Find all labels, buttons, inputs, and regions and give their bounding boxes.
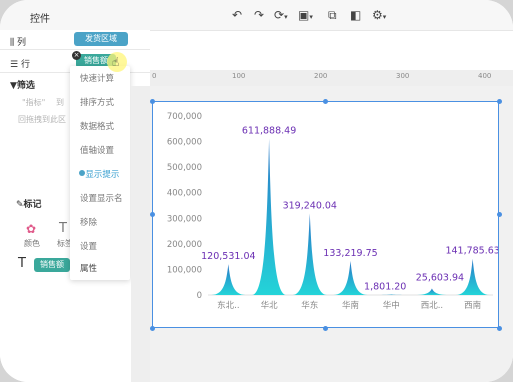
field-context-menu: 快速计算 排序方式 数据格式 值轴设置 显示提示 设置显示名 移除 设置 属性 — [70, 66, 130, 280]
resize-handle[interactable] — [150, 326, 155, 331]
data-label: 319,240.04 — [283, 200, 337, 211]
area-peak — [251, 138, 287, 295]
adjust-icon[interactable]: ◧ — [350, 8, 361, 22]
resize-handle[interactable] — [323, 99, 328, 104]
color-palette-icon[interactable]: ✿ — [26, 222, 36, 236]
area-peak — [414, 288, 450, 295]
y-tick-label: 0 — [197, 291, 202, 301]
x-tick-label: 华中 — [383, 300, 400, 311]
menu-item-quick-calc[interactable]: 快速计算 — [80, 72, 114, 84]
filter-hint-right: 到 — [56, 98, 64, 107]
area-peak — [292, 213, 327, 295]
menu-item-axis-settings[interactable]: 值轴设置 — [80, 144, 114, 156]
app-window: 控件 ↶ ↷ ⟳▾ ▣▾ ⧉ ◧ ⚙▾ ⫼ 列 发货区域 ☰ 行 销售额 × ▼… — [0, 0, 513, 382]
ruler-mark: 300 — [396, 72, 410, 80]
x-tick-label: 华南 — [342, 300, 359, 311]
menu-item-show-tooltip[interactable]: 显示提示 — [79, 168, 119, 180]
x-tick-label: 西北.. — [421, 301, 443, 311]
top-ruler: 0 100 200 300 400 — [150, 70, 513, 87]
column-shelf-label: ⫼ 列 — [10, 38, 27, 48]
column-field-pill[interactable]: 发货区域 — [74, 32, 128, 46]
column-label-text: 列 — [17, 38, 27, 48]
row-label-text: 行 — [20, 60, 30, 70]
undo-icon[interactable]: ↶ — [232, 8, 242, 22]
x-tick-label: 华东 — [301, 300, 318, 311]
x-tick-label: 东北.. — [217, 300, 239, 311]
menu-item-sort[interactable]: 排序方式 — [80, 96, 114, 108]
text-mark-icon: T — [18, 256, 26, 271]
area-peak — [211, 264, 246, 295]
ruler-mark: 100 — [232, 72, 246, 80]
ruler-mark: 400 — [478, 72, 492, 80]
close-icon[interactable]: × — [72, 51, 81, 60]
menu-item-data-format[interactable]: 数据格式 — [80, 120, 114, 132]
ruler-mark: 200 — [314, 72, 328, 80]
top-toolbar: 控件 ↶ ↷ ⟳▾ ▣▾ ⧉ ◧ ⚙▾ — [0, 0, 513, 31]
resize-handle[interactable] — [150, 212, 155, 217]
app-title: 控件 — [30, 14, 50, 25]
chart-container[interactable]: 0 100,000 200,000 300,000 400,000 500,000 600,… — [152, 101, 500, 328]
mark-field-pill[interactable]: 销售额 — [34, 258, 70, 272]
resize-handle[interactable] — [497, 99, 502, 104]
filter-drop-hint: 回拖拽到此区 — [18, 115, 66, 124]
left-ruler — [131, 86, 150, 382]
data-label: 1,801.20 — [364, 282, 406, 293]
filter-section-title: ▼筛选 — [10, 81, 35, 91]
text-icon[interactable]: T — [59, 221, 67, 236]
data-label: 141,785.63 — [445, 246, 498, 257]
row-shelf-label: ☰ 行 — [10, 60, 30, 70]
y-tick-label: 300,000 — [167, 214, 202, 224]
resize-handle[interactable] — [323, 326, 328, 331]
resize-handle[interactable] — [497, 212, 502, 217]
y-tick-label: 100,000 — [167, 265, 202, 275]
y-tick-label: 600,000 — [167, 138, 202, 148]
data-label: 133,219.75 — [323, 248, 377, 259]
menu-item-remove[interactable]: 移除 — [80, 216, 97, 228]
y-tick-label: 500,000 — [167, 163, 202, 173]
ruler-mark: 0 — [152, 72, 157, 80]
copy-icon[interactable]: ⧉ — [328, 8, 337, 23]
save-icon[interactable]: ▣▾ — [298, 8, 313, 22]
filter-hint: "指标" — [22, 98, 46, 107]
data-label: 611,888.49 — [242, 126, 296, 137]
resize-handle[interactable] — [497, 326, 502, 331]
resize-handle[interactable] — [150, 99, 155, 104]
y-tick-label: 700,000 — [167, 112, 202, 122]
redo-icon[interactable]: ↷ — [254, 8, 264, 22]
y-tick-label: 400,000 — [167, 189, 202, 199]
menu-item-attribute[interactable]: 属性 — [80, 262, 97, 274]
menu-item-display-name[interactable]: 设置显示名 — [80, 192, 123, 204]
area-peak — [333, 260, 368, 295]
mark-section-title: ✎标记 — [16, 200, 42, 210]
hand-cursor-icon: ☝ — [112, 55, 120, 69]
divider — [0, 49, 150, 50]
refresh-icon[interactable]: ⟳▾ — [274, 8, 288, 22]
y-tick-label: 200,000 — [167, 240, 202, 250]
selected-dot-icon — [79, 170, 85, 176]
menu-item-settings[interactable]: 设置 — [80, 240, 97, 252]
area-chart: 0 100,000 200,000 300,000 400,000 500,000 600,… — [167, 112, 500, 311]
settings-icon[interactable]: ⚙▾ — [372, 8, 386, 22]
data-label: 120,531.04 — [201, 251, 255, 262]
x-tick-label: 华北 — [261, 300, 279, 311]
color-label: 颜色 — [24, 239, 40, 248]
data-label: 25,603.94 — [416, 272, 464, 283]
x-tick-label: 西南 — [464, 300, 481, 311]
